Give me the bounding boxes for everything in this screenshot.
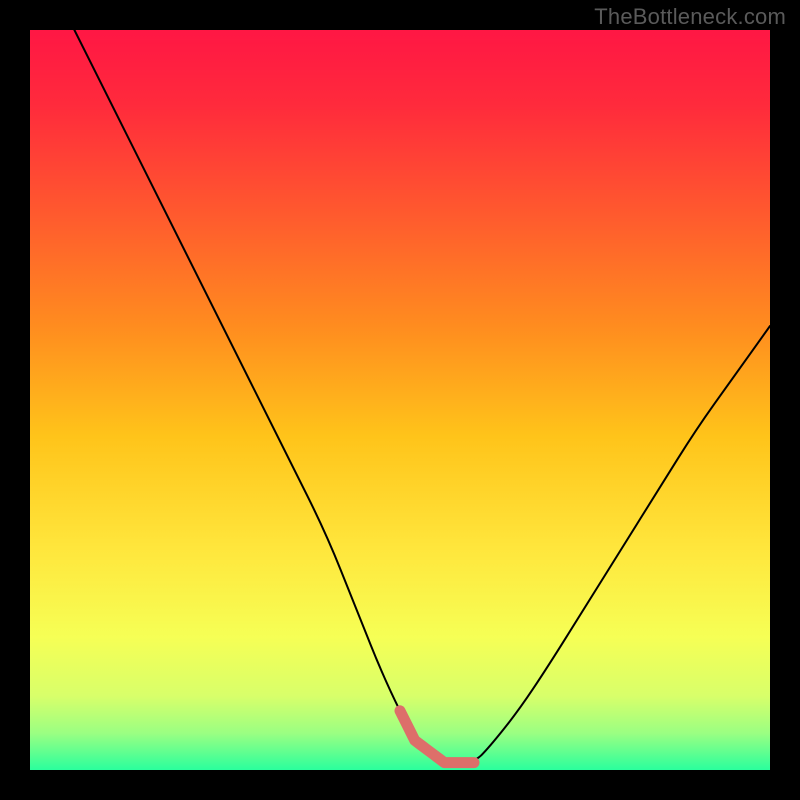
gradient-background xyxy=(30,30,770,770)
plot-area xyxy=(30,30,770,770)
chart-frame: TheBottleneck.com xyxy=(0,0,800,800)
bottleneck-chart xyxy=(30,30,770,770)
watermark-label: TheBottleneck.com xyxy=(594,4,786,30)
